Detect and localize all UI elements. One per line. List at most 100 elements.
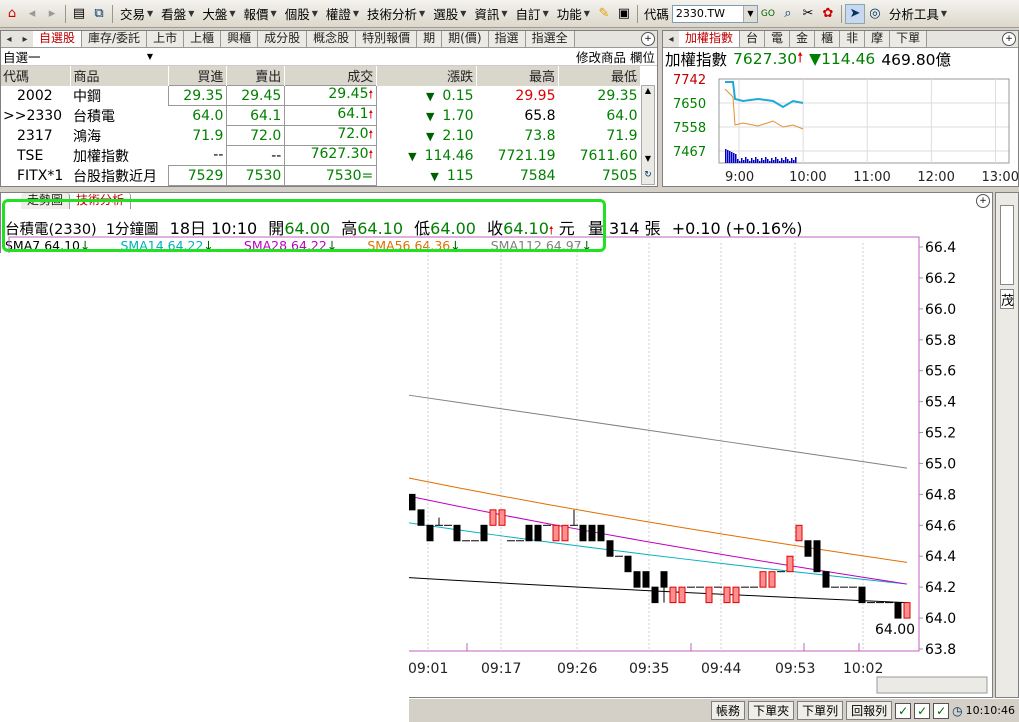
candle-body xyxy=(588,524,596,542)
modify-button[interactable]: 修改商品 xyxy=(576,50,626,65)
x-tick-label: 11:00 xyxy=(853,170,890,185)
chevron-down-icon[interactable]: ▼ xyxy=(742,5,757,22)
arrow-up-icon: 🠕 xyxy=(368,128,374,141)
group-select[interactable]: 自選一 ▼ xyxy=(3,47,153,66)
tab-watch-5[interactable]: 成分股 xyxy=(258,31,308,47)
column-header[interactable]: 商品 xyxy=(70,66,170,86)
menu-5[interactable]: 權證 ▼ xyxy=(322,4,363,23)
tab-index-0[interactable]: 加權指數 xyxy=(679,31,741,47)
table-row[interactable]: >>2330 台積電 64.0 64.1 64.1🠕 ▼ 1.70 65.8 64.0 xyxy=(1,105,641,126)
menu-0[interactable]: 交易 ▼ xyxy=(116,4,157,23)
popup-icon[interactable]: ⧉ xyxy=(89,4,109,24)
side-tab[interactable]: 茂 xyxy=(1000,289,1014,309)
column-header[interactable]: 最低 xyxy=(558,66,641,86)
tab-watch-2[interactable]: 上市 xyxy=(147,31,185,47)
y-tick-label: 65.8 xyxy=(925,333,956,349)
volume-bar xyxy=(767,159,769,163)
analysis-tools-menu[interactable]: 分析工具 ▼ xyxy=(885,4,951,23)
column-header[interactable]: 買進 xyxy=(168,66,228,86)
paint-icon[interactable]: ✿ xyxy=(818,4,838,24)
tab-index-6[interactable]: 摩 xyxy=(865,31,891,47)
tab-watch-3[interactable]: 上櫃 xyxy=(184,31,222,47)
menu-2[interactable]: 大盤 ▼ xyxy=(198,4,239,23)
menu-9[interactable]: 自訂 ▼ xyxy=(512,4,553,23)
menu-7[interactable]: 選股 ▼ xyxy=(429,4,470,23)
table-row[interactable]: 2317 鴻海 71.9 72.0 72.0🠕 ▼ 2.10 73.8 71.9 xyxy=(1,125,641,146)
tab-next-icon[interactable]: ▸ xyxy=(17,31,33,47)
tab-watch-0[interactable]: 自選股 xyxy=(33,31,83,47)
pointer-icon[interactable]: ➤ xyxy=(844,3,865,24)
tab-index-1[interactable]: 台 xyxy=(740,31,766,47)
status-button-3[interactable]: 回報列 xyxy=(846,701,893,720)
volume-bar xyxy=(731,152,733,163)
scroll-down-icon[interactable]: ▼ xyxy=(642,154,654,168)
column-header[interactable]: 最高 xyxy=(476,66,560,86)
arrow-up-icon: 🠕 xyxy=(797,50,804,66)
menu-1[interactable]: 看盤 ▼ xyxy=(157,4,198,23)
column-header[interactable]: 成交 xyxy=(284,66,378,86)
column-header[interactable]: 代碼 xyxy=(1,66,72,86)
tab-index-4[interactable]: 櫃 xyxy=(815,31,841,47)
column-header[interactable]: 漲跌 xyxy=(376,66,478,86)
checkbox-3[interactable]: ✓ xyxy=(933,702,950,719)
watchlist-scrollbar[interactable]: ▲ ▼ ↻ xyxy=(641,85,655,185)
chevron-down-icon: ▼ xyxy=(419,9,426,18)
refresh-icon[interactable]: ↻ xyxy=(642,170,654,184)
window-icon[interactable]: ▣ xyxy=(614,4,634,24)
zoom-icon[interactable]: + xyxy=(1002,32,1016,46)
tab-watch-9[interactable]: 期(價) xyxy=(442,31,489,47)
table-row[interactable]: FITX*1 台股指數近月 7529 7530 7530= ▼ 115 7584 7505 xyxy=(1,165,641,186)
cell-chg: ▼ 2.10 xyxy=(377,126,477,146)
home-icon[interactable]: ⌂ xyxy=(2,4,22,24)
tools-icon[interactable]: ✂ xyxy=(798,4,818,24)
code-input[interactable]: 2330.TW ▼ xyxy=(671,4,758,23)
zoom-icon[interactable]: + xyxy=(641,32,655,46)
candle-body xyxy=(597,524,605,542)
tab-index-2[interactable]: 電 xyxy=(765,31,791,47)
menu-4[interactable]: 個股 ▼ xyxy=(281,4,322,23)
tab-watch-6[interactable]: 概念股 xyxy=(307,31,357,47)
table-row[interactable]: TSE 加權指數 -- -- 7627.30🠕 ▼ 114.46 7721.19 7611.60 xyxy=(1,145,641,166)
forward-icon[interactable]: ▸ xyxy=(42,4,62,24)
tab-prev-icon[interactable]: ◂ xyxy=(1,31,17,47)
candle-body xyxy=(894,602,902,619)
go-icon[interactable]: GO xyxy=(758,4,778,24)
tab-index-5[interactable]: 非 xyxy=(840,31,866,47)
cell-high: 65.8 xyxy=(477,106,559,126)
x-tick-label: 12:00 xyxy=(917,170,954,185)
chart-scrollbar[interactable] xyxy=(876,676,988,694)
tab-index-3[interactable]: 金 xyxy=(790,31,816,47)
status-button-1[interactable]: 下單夾 xyxy=(748,701,795,720)
field-button[interactable]: 欄位 xyxy=(630,50,655,65)
tab-watch-7[interactable]: 特別報價 xyxy=(356,31,418,47)
tab-prev-icon[interactable]: ◂ xyxy=(663,31,679,47)
chevron-down-icon: ▼ xyxy=(583,9,590,18)
column-header[interactable]: 賣出 xyxy=(226,66,286,86)
analysis-icon[interactable]: ◎ xyxy=(865,4,885,24)
index-tabs: ◂ 加權指數台電金櫃非摩下單 + xyxy=(663,31,1018,48)
status-button-0[interactable]: 帳務 xyxy=(711,701,746,720)
tab-watch-10[interactable]: 指選 xyxy=(488,31,526,47)
menu-10[interactable]: 功能 ▼ xyxy=(553,4,594,23)
tab-index-7[interactable]: 下單 xyxy=(890,31,928,47)
cell-value: 72.0 xyxy=(337,126,369,142)
cell-low: 7505 xyxy=(559,166,641,186)
tab-watch-8[interactable]: 期 xyxy=(417,31,443,47)
pen-icon[interactable]: ✎ xyxy=(594,4,614,24)
tab-watch-1[interactable]: 庫存/委託 xyxy=(82,31,148,47)
print-icon[interactable]: ▤ xyxy=(69,4,89,24)
tab-watch-11[interactable]: 指選全 xyxy=(525,31,575,47)
cell-value: TSE xyxy=(17,147,44,164)
scroll-up-icon[interactable]: ▲ xyxy=(642,86,654,100)
table-row[interactable]: 2002 中鋼 29.35 29.45 29.45🠕 ▼ 0.15 29.95 29.35 xyxy=(1,85,641,106)
menu-3[interactable]: 報價 ▼ xyxy=(240,4,281,23)
status-button-2[interactable]: 下單列 xyxy=(797,701,844,720)
search-icon[interactable]: ⌕ xyxy=(778,4,798,24)
checkbox-1[interactable]: ✓ xyxy=(895,702,912,719)
menu-8[interactable]: 資訊 ▼ xyxy=(470,4,511,23)
menu-6[interactable]: 技術分析 ▼ xyxy=(363,4,429,23)
tab-watch-4[interactable]: 興櫃 xyxy=(221,31,259,47)
checkbox-2[interactable]: ✓ xyxy=(914,702,931,719)
back-icon[interactable]: ◂ xyxy=(22,4,42,24)
side-scrollbar[interactable] xyxy=(1000,205,1014,285)
